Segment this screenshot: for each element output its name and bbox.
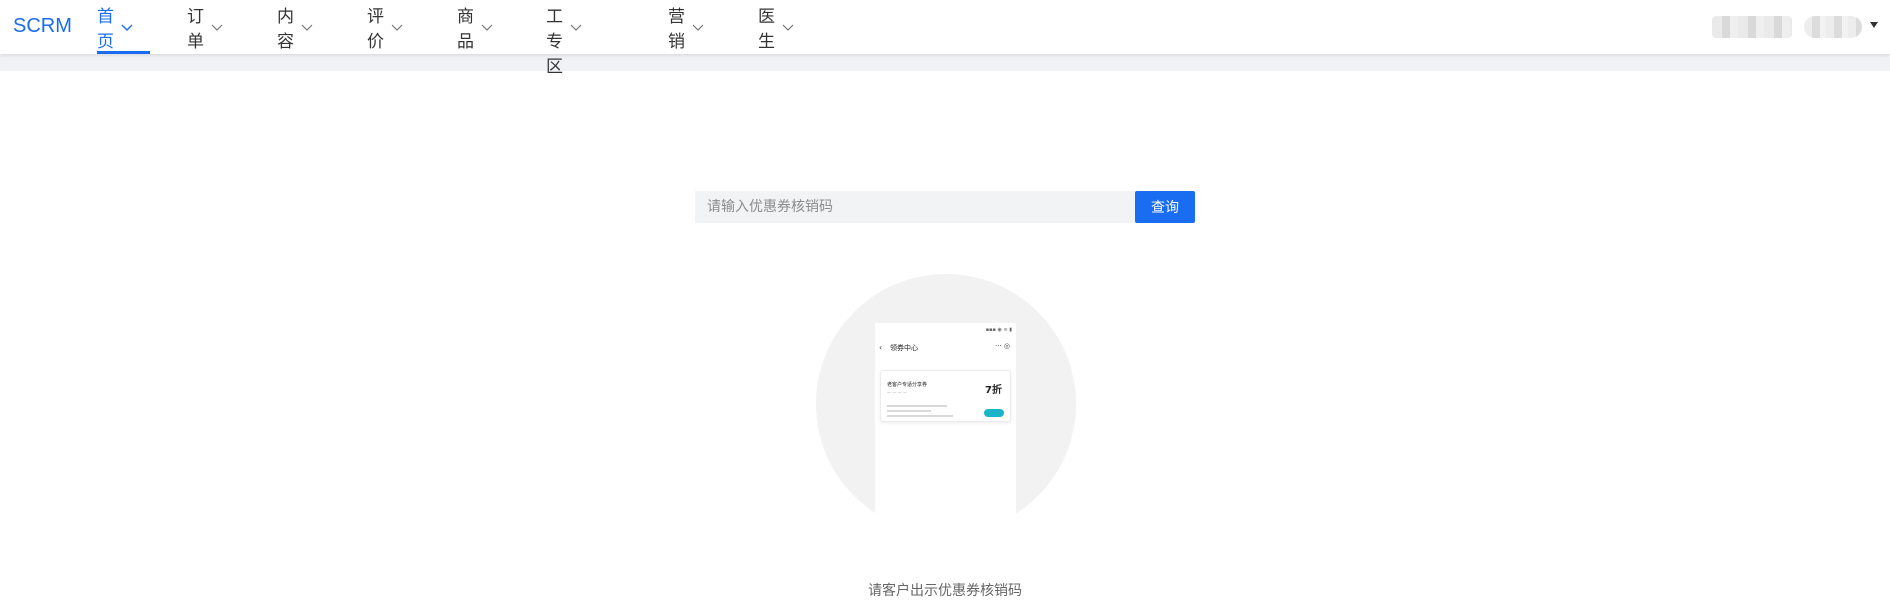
nav-item-label: 营销 [668,7,685,52]
coupon-rule-line [887,405,947,407]
chevron-down-icon [300,20,314,34]
nav-item-orders[interactable]: 订单 [187,0,224,54]
coupon-name: 老客户专适分享券 [887,382,928,388]
coupon-code-input[interactable] [695,191,1135,223]
chevron-down-icon [569,20,583,34]
nav-item-label: 首页 [97,7,114,52]
nav-item-label: 员工专区 [546,0,563,77]
active-tab-indicator [97,51,150,54]
coupon-rule-line [887,415,953,417]
phone-page-title: 领券中心 [890,344,918,352]
chevron-down-icon [480,20,494,34]
blurred-username [1712,16,1792,38]
nav-item-products[interactable]: 商品 [457,0,494,54]
top-navbar: SCRM 首页 订单 内容 评价 商品 工专区 营销 医生 [0,0,1890,77]
nav-item-label: 商品 [457,7,474,52]
coupon-rule-line [887,410,931,412]
nav-item-staff-zone[interactable]: 员工专区 [546,0,583,77]
chevron-down-icon [781,20,795,34]
nav-item-label: 评价 [367,7,384,52]
page-header-strip [0,54,1890,71]
avatar [1804,16,1862,38]
nav-item-doctors[interactable]: 医生 [758,0,795,54]
user-menu[interactable] [1712,12,1882,42]
app-logo[interactable]: SCRM [13,13,72,39]
phone-menu-icons: ··· ◎ [994,342,1010,350]
back-arrow-icon: ‹ [879,343,883,352]
instruction-text: 请客户出示优惠券核销码 [868,583,1022,599]
chevron-down-icon [210,20,224,34]
chevron-down-icon [691,20,705,34]
coupon-card: 老客户专适分享券 — — — — 7折 [880,370,1011,422]
chevron-down-icon [120,20,134,34]
nav-item-content[interactable]: 内容 [277,0,314,54]
query-button[interactable]: 查询 [1135,191,1195,223]
coupon-date-placeholder: — — — — [887,390,907,395]
chevron-down-icon [390,20,404,34]
nav-item-label: 医生 [758,7,775,52]
nav-item-reviews[interactable]: 评价 [367,0,404,54]
phone-status-bar: ▪▪▪ ◉ ≋ ▮ [985,327,1012,333]
caret-down-icon[interactable] [1870,22,1878,28]
coupon-action-badge [984,409,1004,417]
nav-item-label: 订单 [187,7,204,52]
nav-item-label: 内容 [277,7,294,52]
coupon-illustration: ▪▪▪ ◉ ≋ ▮ ‹ 领券中心 ··· ◎ 老客户专适分享券 — — — — … [816,274,1076,534]
nav-item-marketing[interactable]: 营销 [668,0,705,54]
nav-item-home[interactable]: 首页 [97,0,134,54]
coupon-discount: 7折 [985,385,1002,396]
phone-mockup: ▪▪▪ ◉ ≋ ▮ ‹ 领券中心 ··· ◎ 老客户专适分享券 — — — — … [875,323,1016,534]
